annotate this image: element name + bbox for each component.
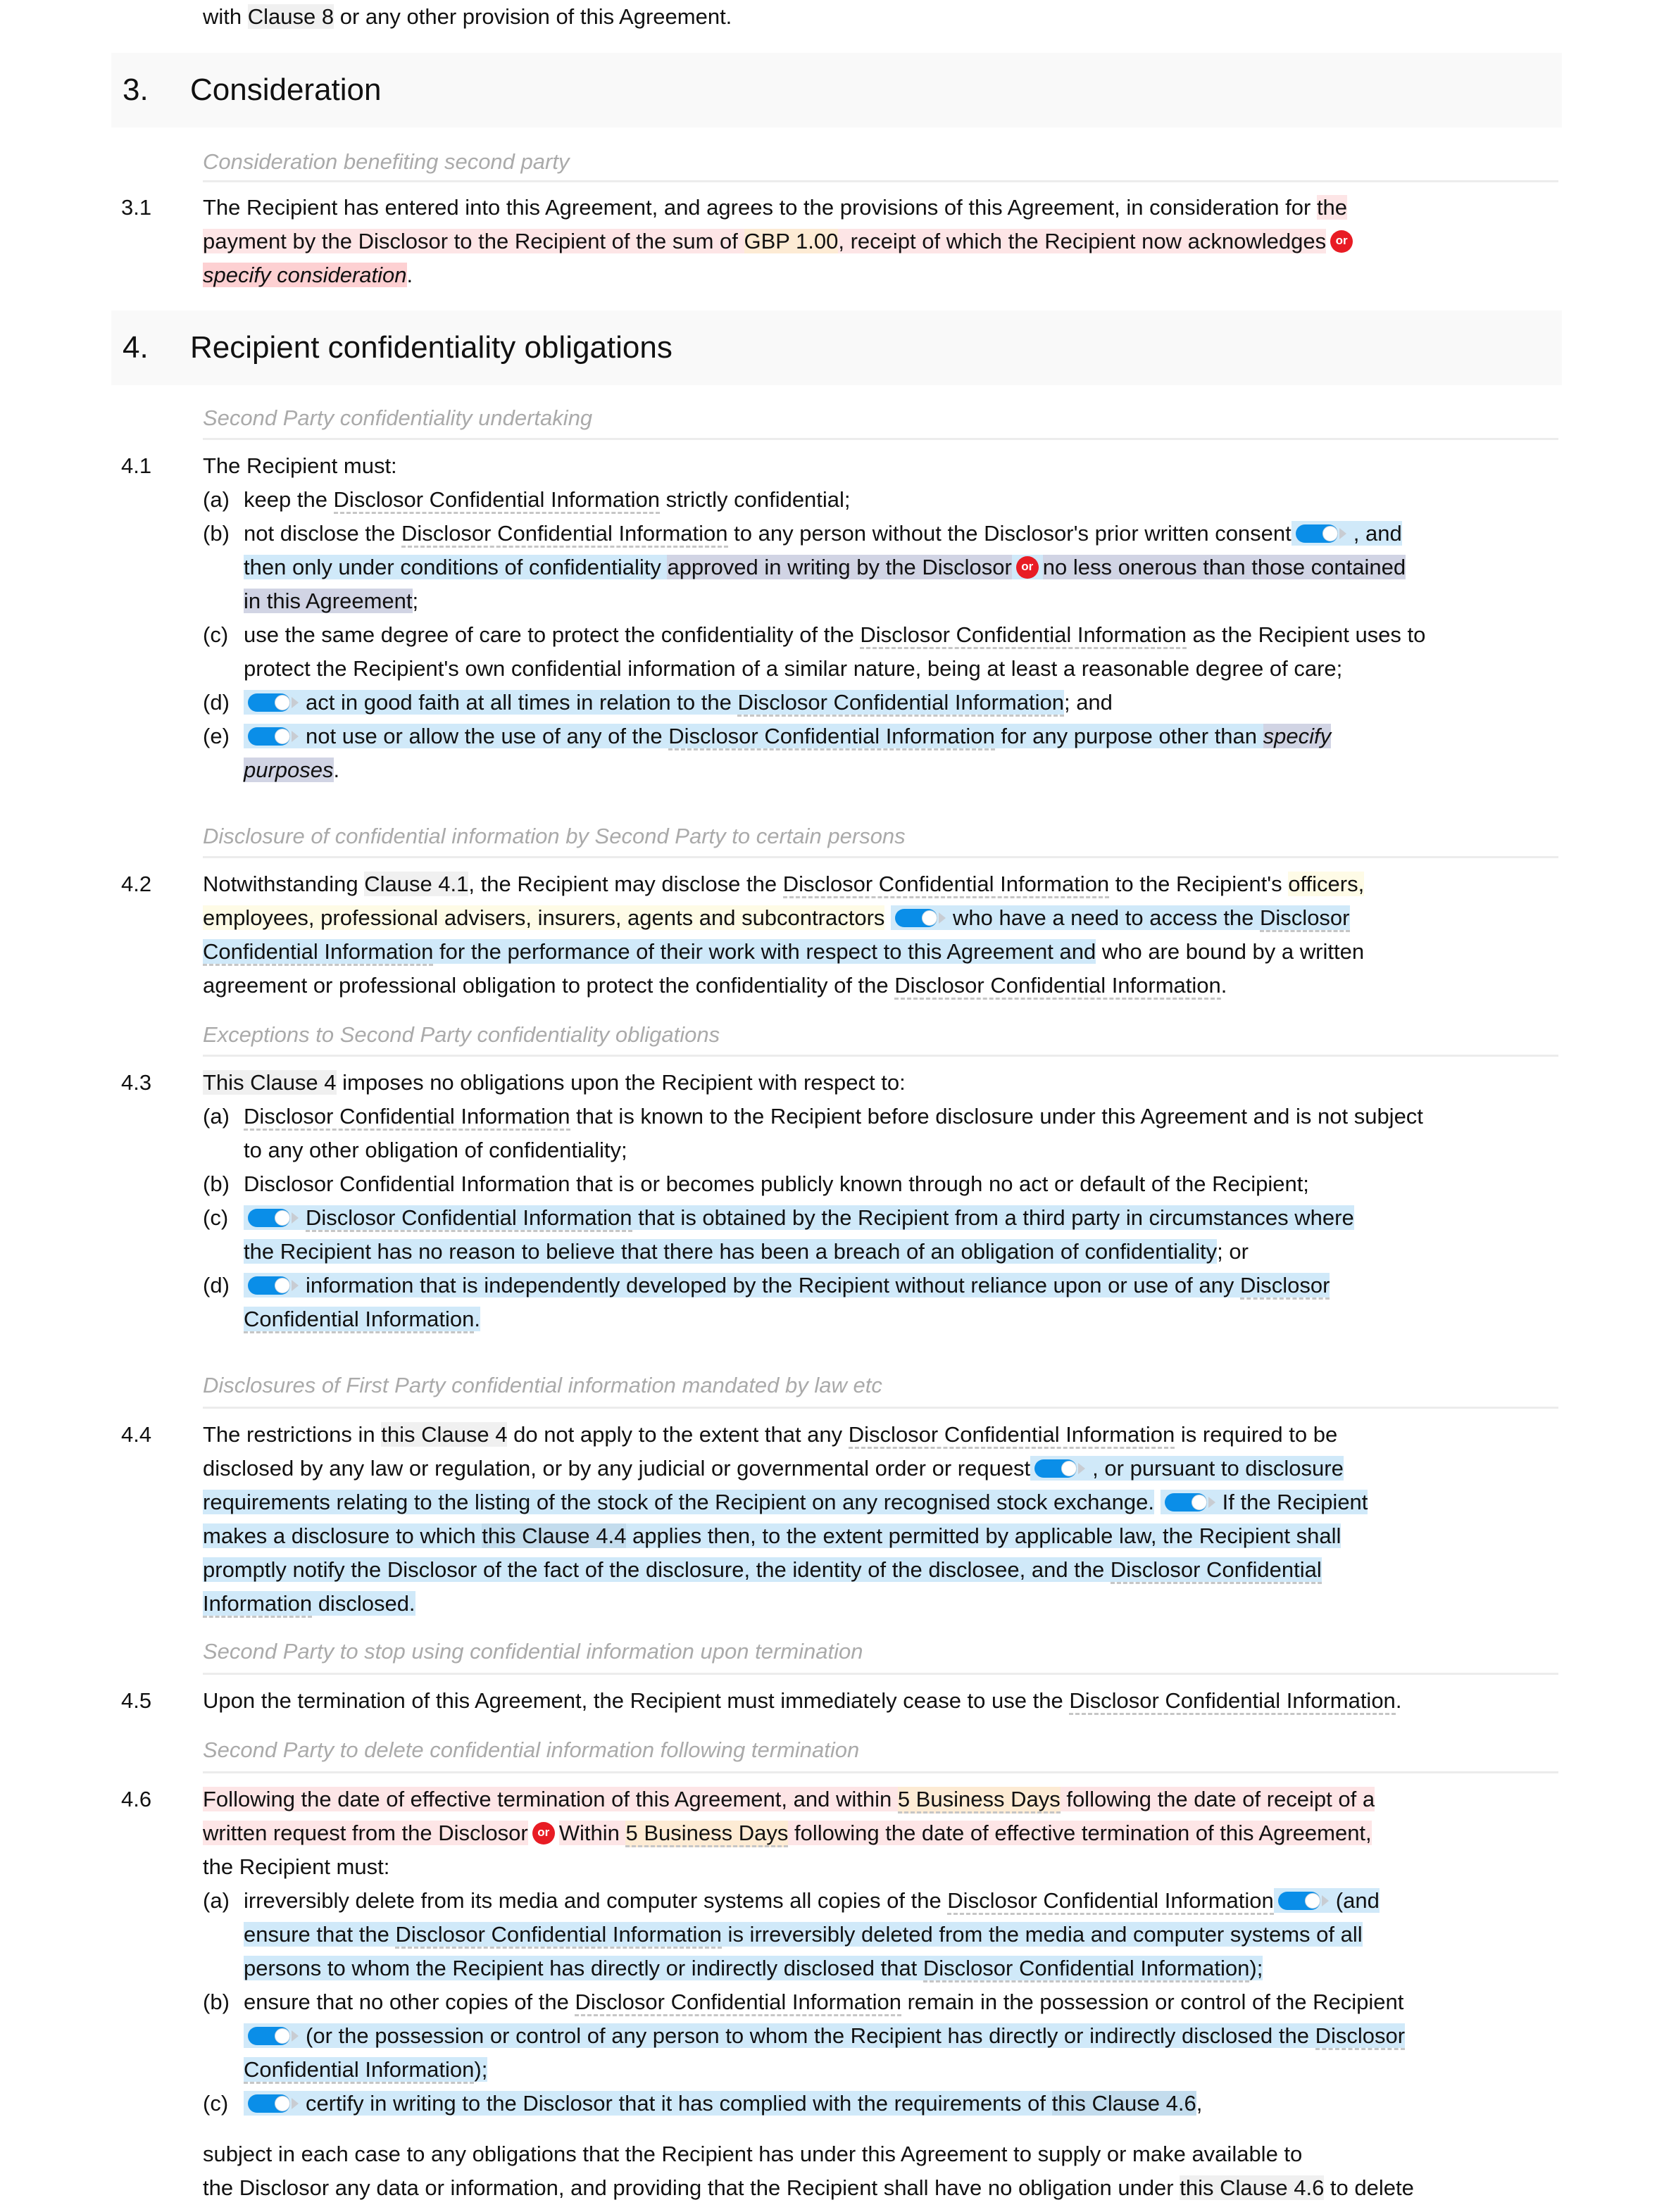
defined-term[interactable]: Confidential Information xyxy=(244,1307,475,1333)
divider xyxy=(203,1407,1558,1409)
alternative-text[interactable]: the xyxy=(1316,195,1348,220)
defined-term[interactable]: Disclosor Confidential Information xyxy=(894,973,1221,1000)
defined-term[interactable]: Disclosor xyxy=(1239,1273,1330,1300)
clause-subheading: Second Party to delete confidential info… xyxy=(203,1737,860,1762)
clause-reference[interactable]: This Clause 4 xyxy=(203,1070,337,1095)
alternative-text[interactable]: Following the date of effective terminat… xyxy=(203,1787,1375,1814)
divider xyxy=(203,180,1558,182)
toggle-switch-icon[interactable] xyxy=(248,693,301,712)
clause-subheading: Consideration benefiting second party xyxy=(203,149,570,174)
divider xyxy=(203,1771,1558,1773)
toggle-switch-icon[interactable] xyxy=(1295,524,1349,543)
toggle-switch-icon[interactable] xyxy=(1034,1459,1088,1478)
clause-subheading: Exceptions to Second Party confidentiali… xyxy=(203,1022,720,1047)
variable-field[interactable]: 5 Business Days xyxy=(897,1787,1061,1814)
clause-subheading: Second Party to stop using confidential … xyxy=(203,1639,863,1664)
toggle-switch-icon[interactable] xyxy=(248,1208,301,1227)
placeholder-text[interactable]: specify consideration xyxy=(203,263,407,287)
clause-subheading: Disclosures of First Party confidential … xyxy=(203,1373,882,1397)
clause-number: 3.1 xyxy=(121,195,152,220)
clause-number: 4.5 xyxy=(121,1688,152,1713)
clause-reference[interactable]: this Clause 4.4 xyxy=(482,1523,627,1548)
alternative-text[interactable]: payment by the Disclosor to the Recipien… xyxy=(203,229,1327,253)
or-badge-icon[interactable]: or xyxy=(1330,230,1353,253)
toggle-switch-icon[interactable] xyxy=(895,908,949,927)
defined-term[interactable]: Information xyxy=(203,1591,313,1618)
defined-term[interactable]: Disclosor xyxy=(1260,905,1350,932)
alternative-text[interactable]: no less onerous than those contained xyxy=(1042,555,1406,579)
divider xyxy=(203,856,1558,858)
defined-term[interactable]: Disclosor xyxy=(1315,2023,1406,2050)
clause-number: 4.3 xyxy=(121,1070,152,1095)
variable-field[interactable]: GBP 1.00 xyxy=(744,229,839,253)
divider xyxy=(203,1673,1558,1675)
defined-term[interactable]: Disclosor Confidential Information xyxy=(860,622,1187,649)
section-title: Consideration xyxy=(190,73,382,107)
defined-term[interactable]: Disclosor Confidential Information xyxy=(668,724,995,750)
divider xyxy=(203,1055,1558,1057)
or-badge-icon[interactable]: or xyxy=(532,1821,555,1845)
defined-term[interactable]: Disclosor Confidential Information xyxy=(333,487,661,514)
defined-term[interactable]: Disclosor Confidential xyxy=(1110,1557,1322,1584)
section-heading-3: 3. Consideration xyxy=(111,53,1562,127)
defined-term[interactable]: Disclosor Confidential Information xyxy=(947,1888,1274,1915)
toggle-switch-icon[interactable] xyxy=(1164,1493,1218,1512)
toggle-switch-icon[interactable] xyxy=(248,2094,301,2113)
optional-text[interactable]: then only under conditions of confidenti… xyxy=(244,555,668,579)
toggle-switch-icon[interactable] xyxy=(248,1276,301,1295)
clause-reference[interactable]: Clause 8 xyxy=(247,4,334,29)
defined-term[interactable]: Disclosor Confidential Information xyxy=(923,1956,1250,1982)
defined-term[interactable]: Disclosor Confidential Information xyxy=(782,872,1110,898)
alternative-text[interactable]: Within 5 Business Days following the dat… xyxy=(558,1821,1372,1847)
clause-number: 4.4 xyxy=(121,1422,152,1447)
clause-reference[interactable]: this Clause 4.6 xyxy=(1051,2091,1196,2116)
defined-term[interactable]: Confidential Information xyxy=(203,939,434,966)
clause-number: 4.6 xyxy=(121,1787,152,1811)
defined-term[interactable]: Disclosor Confidential Information xyxy=(306,1205,632,1232)
defined-term[interactable]: Disclosor Confidential Information xyxy=(575,1990,901,2016)
defined-term[interactable]: Disclosor Confidential Information xyxy=(848,1422,1175,1449)
toggle-switch-icon[interactable] xyxy=(248,727,301,746)
clause-number: 4.1 xyxy=(121,453,152,478)
clause-subheading: Disclosure of confidential information b… xyxy=(203,824,906,848)
defined-term[interactable]: Disclosor Confidential Information xyxy=(401,521,728,548)
toggle-switch-icon[interactable] xyxy=(1277,1891,1332,1910)
section-heading-4: 4. Recipient confidentiality obligations xyxy=(111,310,1562,385)
toggle-switch-icon[interactable] xyxy=(248,2026,301,2045)
divider xyxy=(203,438,1558,440)
defined-term[interactable]: Confidential Information xyxy=(244,2057,475,2084)
defined-term[interactable]: Disclosor Confidential Information xyxy=(1069,1688,1396,1715)
placeholder-text[interactable]: specify xyxy=(1263,724,1332,748)
defined-term[interactable]: Disclosor Confidential Information xyxy=(737,690,1064,717)
clause-number: 4.2 xyxy=(121,872,152,896)
alternative-text[interactable]: approved in writing by the Disclosor xyxy=(667,555,1012,579)
variable-text[interactable]: employees, professional advisers, insure… xyxy=(203,905,885,930)
section-title: Recipient confidentiality obligations xyxy=(190,330,673,365)
clause-subheading: Second Party confidentiality undertaking xyxy=(203,406,593,430)
variable-field[interactable]: 5 Business Days xyxy=(625,1821,789,1847)
or-badge-icon[interactable]: or xyxy=(1015,555,1039,579)
alternative-text[interactable]: written request from the Disclosor xyxy=(203,1821,528,1845)
defined-term[interactable]: Disclosor Confidential Information xyxy=(244,1104,570,1131)
defined-term[interactable]: Disclosor Confidential Information xyxy=(395,1922,722,1949)
clause-reference[interactable]: this Clause 4 xyxy=(381,1422,508,1447)
clause-reference[interactable]: Clause 4.1 xyxy=(364,872,469,896)
clause-reference[interactable]: this Clause 4.6 xyxy=(1180,2175,1325,2200)
